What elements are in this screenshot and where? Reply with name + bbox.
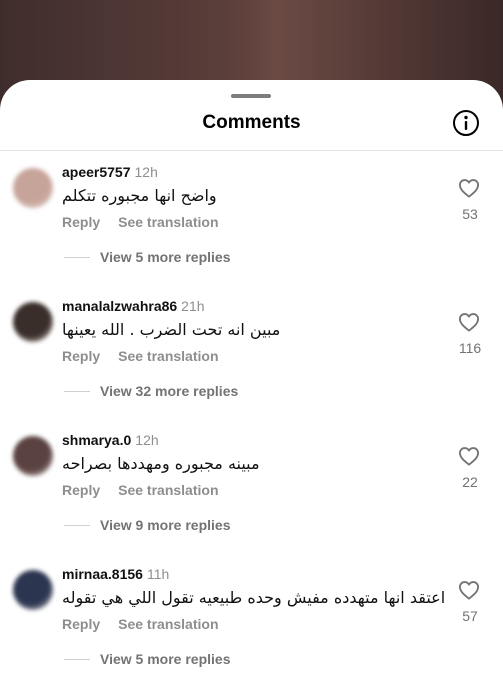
comment-meta: manalalzwahra86 21h xyxy=(62,298,205,314)
reply-button[interactable]: Reply xyxy=(62,482,100,498)
comment-meta: apeer5757 12h xyxy=(62,164,158,180)
view-replies-button[interactable]: View 32 more replies xyxy=(100,383,238,399)
comment-item: apeer5757 12h واضح انها مجبوره تتكلم Repl… xyxy=(0,164,503,298)
comment-time: 21h xyxy=(181,298,205,314)
comment-text: واضح انها مجبوره تتكلم xyxy=(62,186,217,205)
see-translation-button[interactable]: See translation xyxy=(118,616,218,632)
comment-username[interactable]: shmarya.0 xyxy=(62,432,131,448)
comment-username[interactable]: mirnaa.8156 xyxy=(62,566,143,582)
comment-actions: Reply See translation xyxy=(62,348,219,364)
like-count: 116 xyxy=(458,340,482,356)
view-replies-button[interactable]: View 5 more replies xyxy=(100,249,230,265)
comment-text: اعتقد انها متهدده مفيش وحده طبيعيه تقول … xyxy=(62,588,446,607)
comment-username[interactable]: apeer5757 xyxy=(62,164,131,180)
comment-text: مبينه مجبوره ومهددها بصراحه xyxy=(62,454,260,473)
replies-divider-line xyxy=(64,525,90,526)
comment-actions: Reply See translation xyxy=(62,616,219,632)
comment-username[interactable]: manalalzwahra86 xyxy=(62,298,177,314)
avatar[interactable] xyxy=(13,570,53,610)
heart-icon[interactable] xyxy=(458,312,480,332)
avatar[interactable] xyxy=(13,168,53,208)
reply-button[interactable]: Reply xyxy=(62,616,100,632)
comment-meta: mirnaa.8156 11h xyxy=(62,566,169,582)
reply-button[interactable]: Reply xyxy=(62,348,100,364)
comment-time: 12h xyxy=(134,164,158,180)
header-divider xyxy=(0,150,503,151)
comment-actions: Reply See translation xyxy=(62,482,219,498)
view-replies-button[interactable]: View 5 more replies xyxy=(100,651,230,667)
replies-divider-line xyxy=(64,257,90,258)
like-count: 53 xyxy=(462,206,478,222)
sheet-grabber-handle[interactable] xyxy=(231,94,271,98)
heart-icon[interactable] xyxy=(458,446,480,466)
see-translation-button[interactable]: See translation xyxy=(118,482,218,498)
see-translation-button[interactable]: See translation xyxy=(118,348,218,364)
comment-item: shmarya.0 12h مبينه مجبوره ومهددها بصراحه… xyxy=(0,432,503,566)
replies-divider-line xyxy=(64,659,90,660)
reply-button[interactable]: Reply xyxy=(62,214,100,230)
avatar[interactable] xyxy=(13,302,53,342)
replies-divider-line xyxy=(64,391,90,392)
comments-sheet: Comments apeer5757 12h واضح انها مجبوره ت… xyxy=(0,80,503,680)
heart-icon[interactable] xyxy=(458,580,480,600)
comment-item: mirnaa.8156 11h اعتقد انها متهدده مفيش وح… xyxy=(0,566,503,680)
comment-time: 12h xyxy=(135,432,159,448)
comment-text: مبين انه تحت الضرب . الله يعينها xyxy=(62,320,281,339)
like-count: 57 xyxy=(462,608,478,624)
sheet-title: Comments xyxy=(202,112,301,133)
comment-time: 11h xyxy=(146,566,170,582)
comment-meta: shmarya.0 12h xyxy=(62,432,159,448)
heart-icon[interactable] xyxy=(458,178,480,198)
comment-item: manalalzwahra86 21h مبين انه تحت الضرب . … xyxy=(0,298,503,432)
view-replies-button[interactable]: View 9 more replies xyxy=(100,517,230,533)
comment-actions: Reply See translation xyxy=(62,214,219,230)
like-count: 22 xyxy=(462,474,478,490)
info-icon[interactable] xyxy=(452,109,480,137)
avatar[interactable] xyxy=(13,436,53,476)
see-translation-button[interactable]: See translation xyxy=(118,214,218,230)
